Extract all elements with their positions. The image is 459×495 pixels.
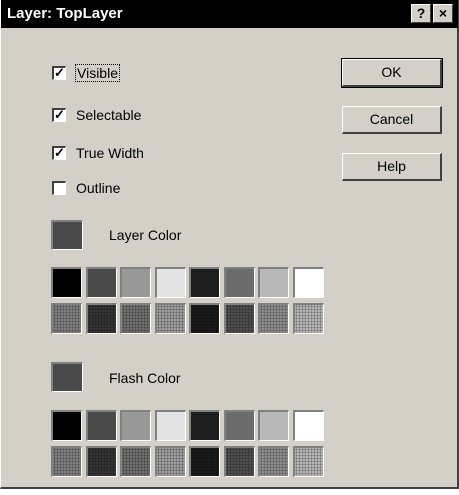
outline-label: Outline (76, 180, 121, 196)
layer-color-swatch[interactable] (224, 303, 255, 334)
layer-color-swatch[interactable] (155, 303, 186, 334)
layer-color-swatch[interactable] (189, 267, 220, 298)
layer-color-preview (51, 220, 83, 250)
layer-color-swatch[interactable] (293, 303, 324, 334)
flash-color-swatch[interactable] (293, 446, 324, 477)
flash-color-label: Flash Color (109, 370, 181, 386)
outline-checkbox[interactable] (52, 181, 66, 195)
title-bar[interactable]: Layer: TopLayer ? × (1, 0, 458, 28)
layer-color-swatch[interactable] (189, 303, 220, 334)
layer-color-swatch[interactable] (51, 303, 82, 334)
flash-color-preview (51, 362, 83, 392)
flash-color-swatch[interactable] (86, 446, 117, 477)
ok-button[interactable]: OK (341, 58, 443, 88)
visible-option[interactable]: ✓ Visible (52, 63, 120, 83)
flash-color-swatch[interactable] (51, 410, 82, 441)
layer-color-label: Layer Color (109, 227, 182, 243)
flash-color-swatch[interactable] (120, 446, 151, 477)
help-button[interactable]: Help (342, 153, 442, 181)
true-width-label: True Width (76, 145, 144, 161)
layer-dialog: Layer: TopLayer ? × ✓ Visible ✓ Selectab… (0, 0, 459, 489)
selectable-checkbox[interactable]: ✓ (52, 108, 66, 122)
layer-color-swatch[interactable] (293, 267, 324, 298)
selectable-label: Selectable (76, 107, 142, 123)
layer-color-swatch[interactable] (258, 267, 289, 298)
flash-color-swatch[interactable] (189, 410, 220, 441)
flash-color-swatch[interactable] (120, 410, 151, 441)
true-width-checkbox[interactable]: ✓ (52, 146, 66, 160)
flash-color-swatch[interactable] (224, 410, 255, 441)
checkmark-icon: ✓ (54, 65, 65, 80)
true-width-option[interactable]: ✓ True Width (52, 143, 144, 163)
layer-color-swatch[interactable] (224, 267, 255, 298)
help-icon[interactable]: ? (411, 4, 431, 23)
layer-color-swatch[interactable] (86, 303, 117, 334)
outline-option[interactable]: Outline (52, 178, 120, 198)
layer-color-swatch[interactable] (258, 303, 289, 334)
cancel-button[interactable]: Cancel (342, 106, 442, 134)
flash-color-swatch[interactable] (51, 446, 82, 477)
layer-color-swatch[interactable] (120, 303, 151, 334)
visible-checkbox[interactable]: ✓ (52, 66, 66, 80)
layer-color-swatch[interactable] (51, 267, 82, 298)
visible-label: Visible (75, 64, 120, 82)
flash-color-swatch[interactable] (258, 410, 289, 441)
flash-color-swatch[interactable] (293, 410, 324, 441)
close-icon[interactable]: × (433, 4, 453, 23)
selectable-option[interactable]: ✓ Selectable (52, 105, 141, 125)
window-title: Layer: TopLayer (7, 5, 123, 22)
layer-color-swatch[interactable] (120, 267, 151, 298)
flash-color-swatch[interactable] (155, 446, 186, 477)
checkmark-icon: ✓ (54, 145, 65, 160)
layer-color-swatch[interactable] (86, 267, 117, 298)
checkmark-icon: ✓ (54, 107, 65, 122)
flash-color-swatch[interactable] (155, 410, 186, 441)
layer-color-swatch[interactable] (155, 267, 186, 298)
flash-color-swatch[interactable] (258, 446, 289, 477)
flash-color-swatch[interactable] (86, 410, 117, 441)
flash-color-swatch[interactable] (189, 446, 220, 477)
flash-color-swatch[interactable] (224, 446, 255, 477)
